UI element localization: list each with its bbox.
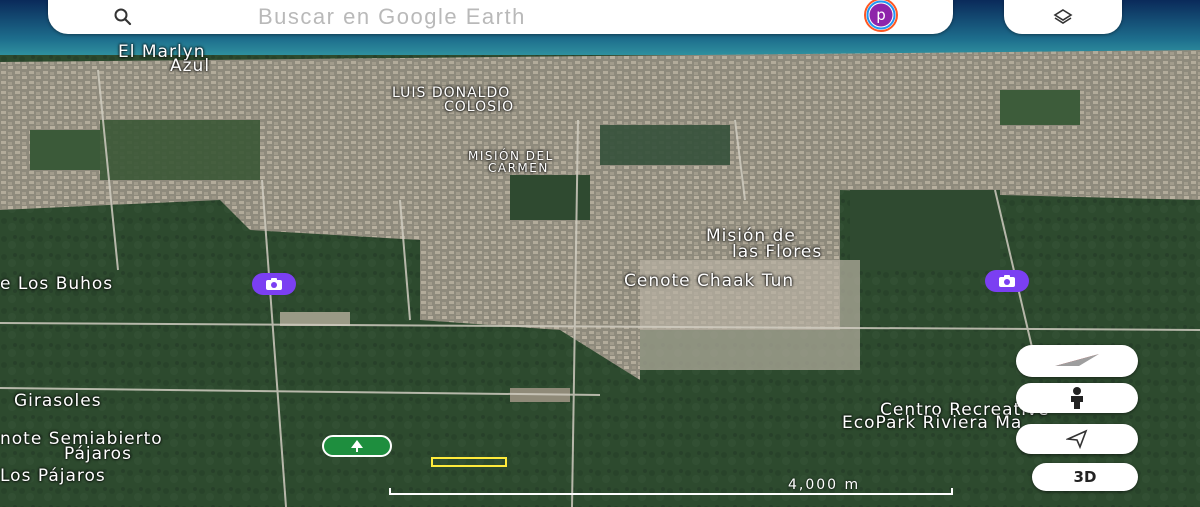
park-poi-marker[interactable] bbox=[322, 435, 392, 457]
place-label[interactable]: Girasoles bbox=[14, 392, 102, 411]
pegman-icon bbox=[1071, 387, 1083, 409]
place-label[interactable]: e Los Buhos bbox=[0, 275, 113, 294]
layers-icon bbox=[1053, 9, 1073, 24]
tree-icon bbox=[351, 440, 363, 452]
my-location-icon bbox=[1066, 429, 1088, 449]
place-label[interactable]: Los Pájaros bbox=[0, 467, 106, 486]
profile-initial: p bbox=[876, 6, 886, 24]
place-label[interactable]: CARMEN bbox=[488, 162, 549, 175]
camera-icon bbox=[999, 275, 1015, 287]
pegman-button[interactable] bbox=[1016, 383, 1138, 413]
layers-button[interactable] bbox=[1004, 0, 1122, 34]
place-label[interactable]: COLOSIO bbox=[444, 100, 514, 115]
place-label[interactable]: Cenote Chaak Tun bbox=[624, 272, 794, 291]
profile-avatar-button[interactable]: p bbox=[824, 0, 939, 33]
search-bar[interactable]: Buscar en Google Earth bbox=[48, 0, 953, 34]
search-icon[interactable] bbox=[112, 6, 134, 28]
photo-poi-marker[interactable] bbox=[985, 270, 1029, 292]
search-input[interactable]: Buscar en Google Earth bbox=[258, 4, 526, 30]
three-d-button[interactable]: 3D bbox=[1032, 463, 1138, 491]
place-label[interactable]: EcoPark Riviera Ma bbox=[842, 414, 1022, 433]
compass-icon bbox=[1055, 354, 1099, 366]
compass-button[interactable] bbox=[1016, 345, 1138, 377]
photo-poi-marker[interactable] bbox=[252, 273, 296, 295]
scale-label: 4,000 m bbox=[788, 477, 861, 493]
place-label[interactable]: Azul bbox=[170, 57, 210, 76]
camera-icon bbox=[266, 278, 282, 290]
place-label[interactable]: las Flores bbox=[732, 243, 822, 262]
place-label[interactable]: Pájaros bbox=[64, 445, 132, 464]
my-location-button[interactable] bbox=[1016, 424, 1138, 454]
